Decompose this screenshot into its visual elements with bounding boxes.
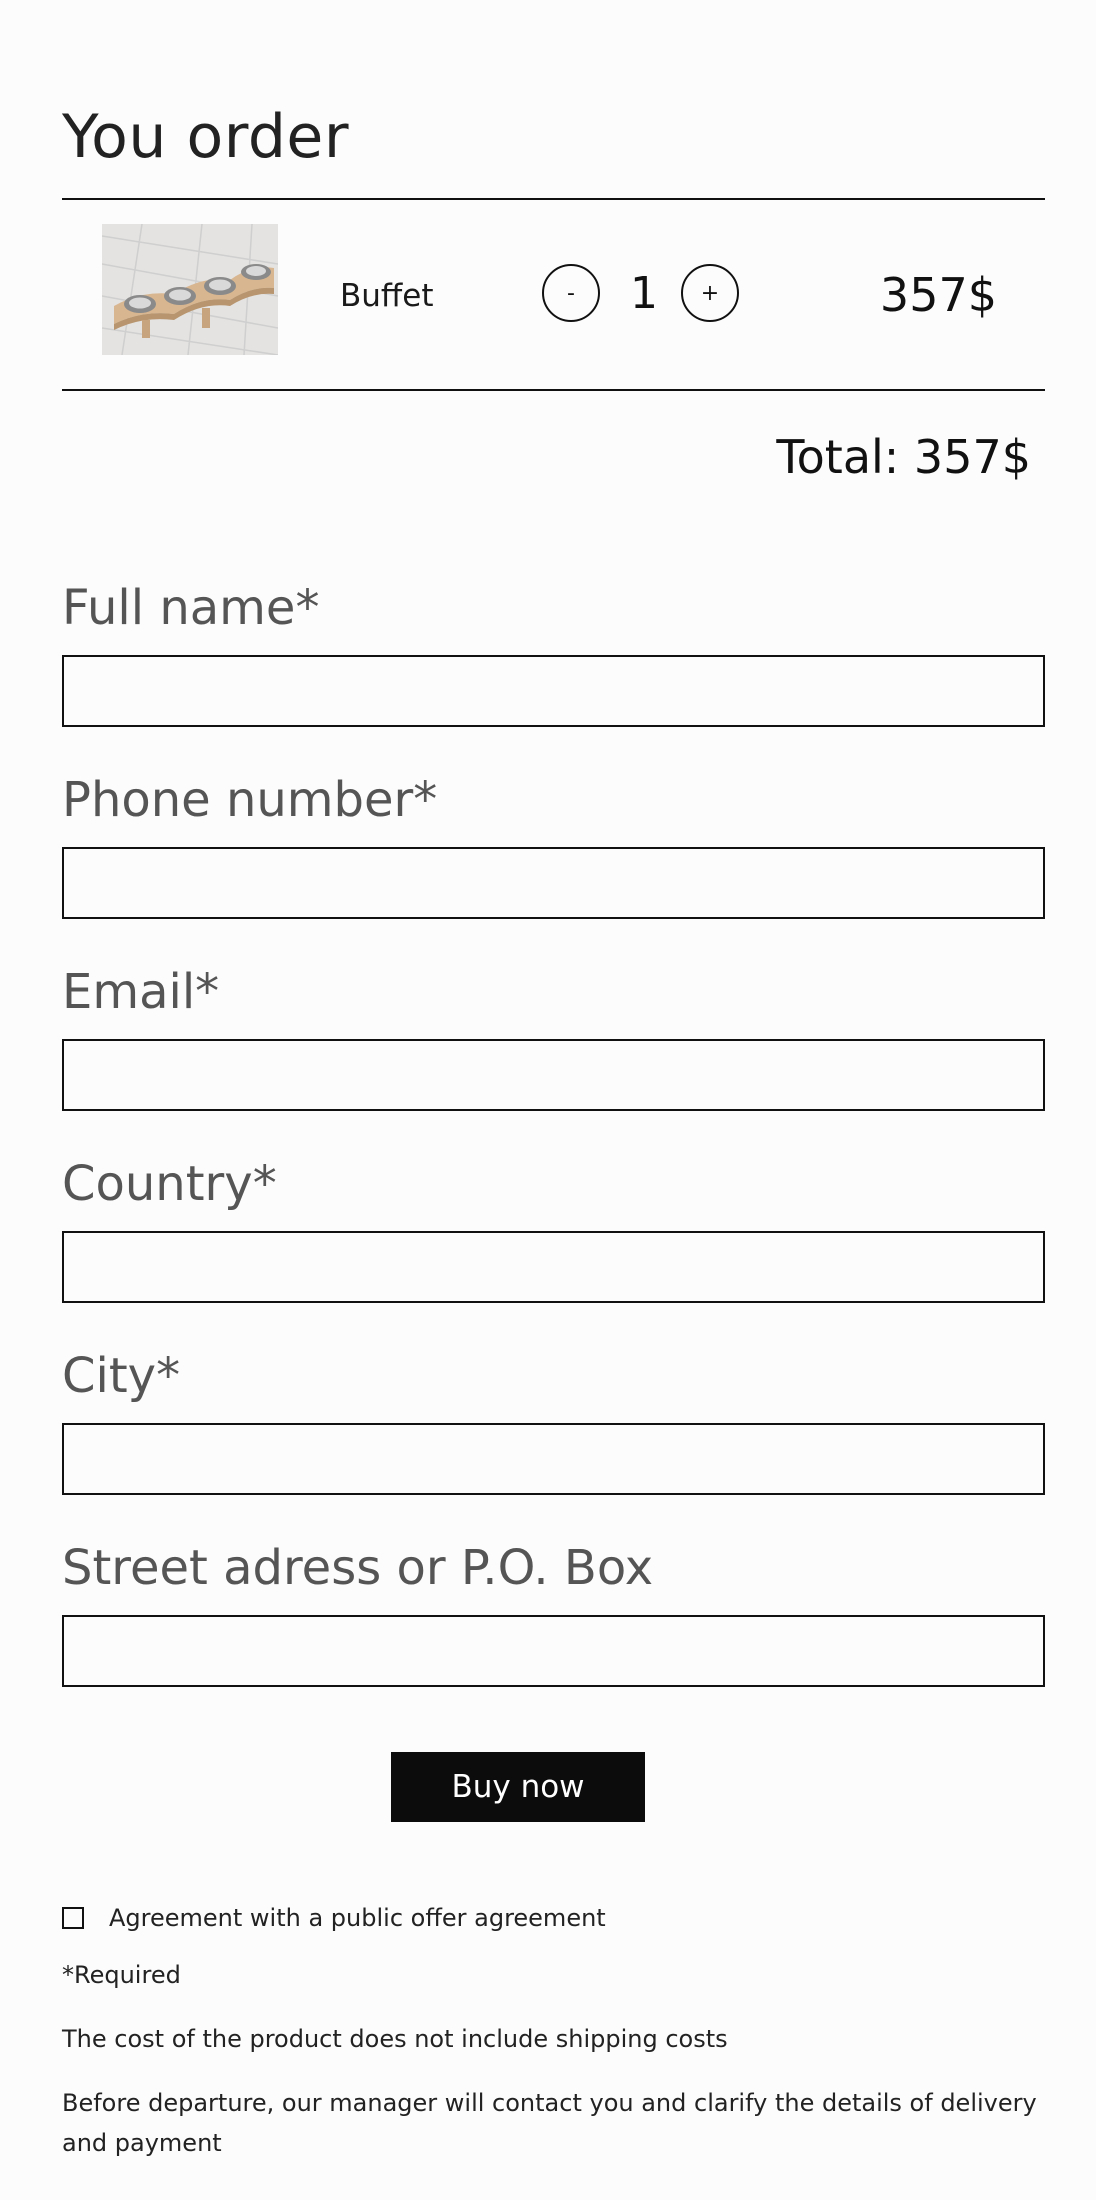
city-input[interactable] [62,1423,1045,1495]
quantity-value: 1 [630,268,658,319]
city-label: City* [62,1348,181,1404]
buy-now-button[interactable]: Buy now [391,1752,645,1822]
phone-number-label: Phone number* [62,772,438,828]
street-address-input[interactable] [62,1615,1045,1687]
agreement-checkbox[interactable] [62,1907,84,1929]
cart-bottom-divider [62,389,1045,391]
cart-top-divider [62,198,1045,200]
contact-note: Before departure, our manager will conta… [62,2089,1037,2157]
phone-number-input[interactable] [62,847,1045,919]
country-input[interactable] [62,1231,1045,1303]
agreement-row: Agreement with a public offer agreement [62,1904,606,1932]
increase-quantity-button[interactable]: + [681,264,739,322]
page-title: You order [62,102,349,173]
street-address-label: Street adress or P.O. Box [62,1540,654,1596]
full-name-label: Full name* [62,580,320,636]
product-image [102,224,278,355]
full-name-input[interactable] [62,655,1045,727]
shipping-note: The cost of the product does not include… [62,2025,728,2053]
email-label: Email* [62,964,220,1020]
country-label: Country* [62,1156,277,1212]
required-note: *Required [62,1961,181,1989]
item-price: 357$ [879,268,997,322]
order-total: Total: 357$ [776,430,1031,484]
email-input[interactable] [62,1039,1045,1111]
agreement-label: Agreement with a public offer agreement [109,1904,606,1932]
decrease-quantity-button[interactable]: - [542,264,600,322]
product-name: Buffet [340,278,434,314]
